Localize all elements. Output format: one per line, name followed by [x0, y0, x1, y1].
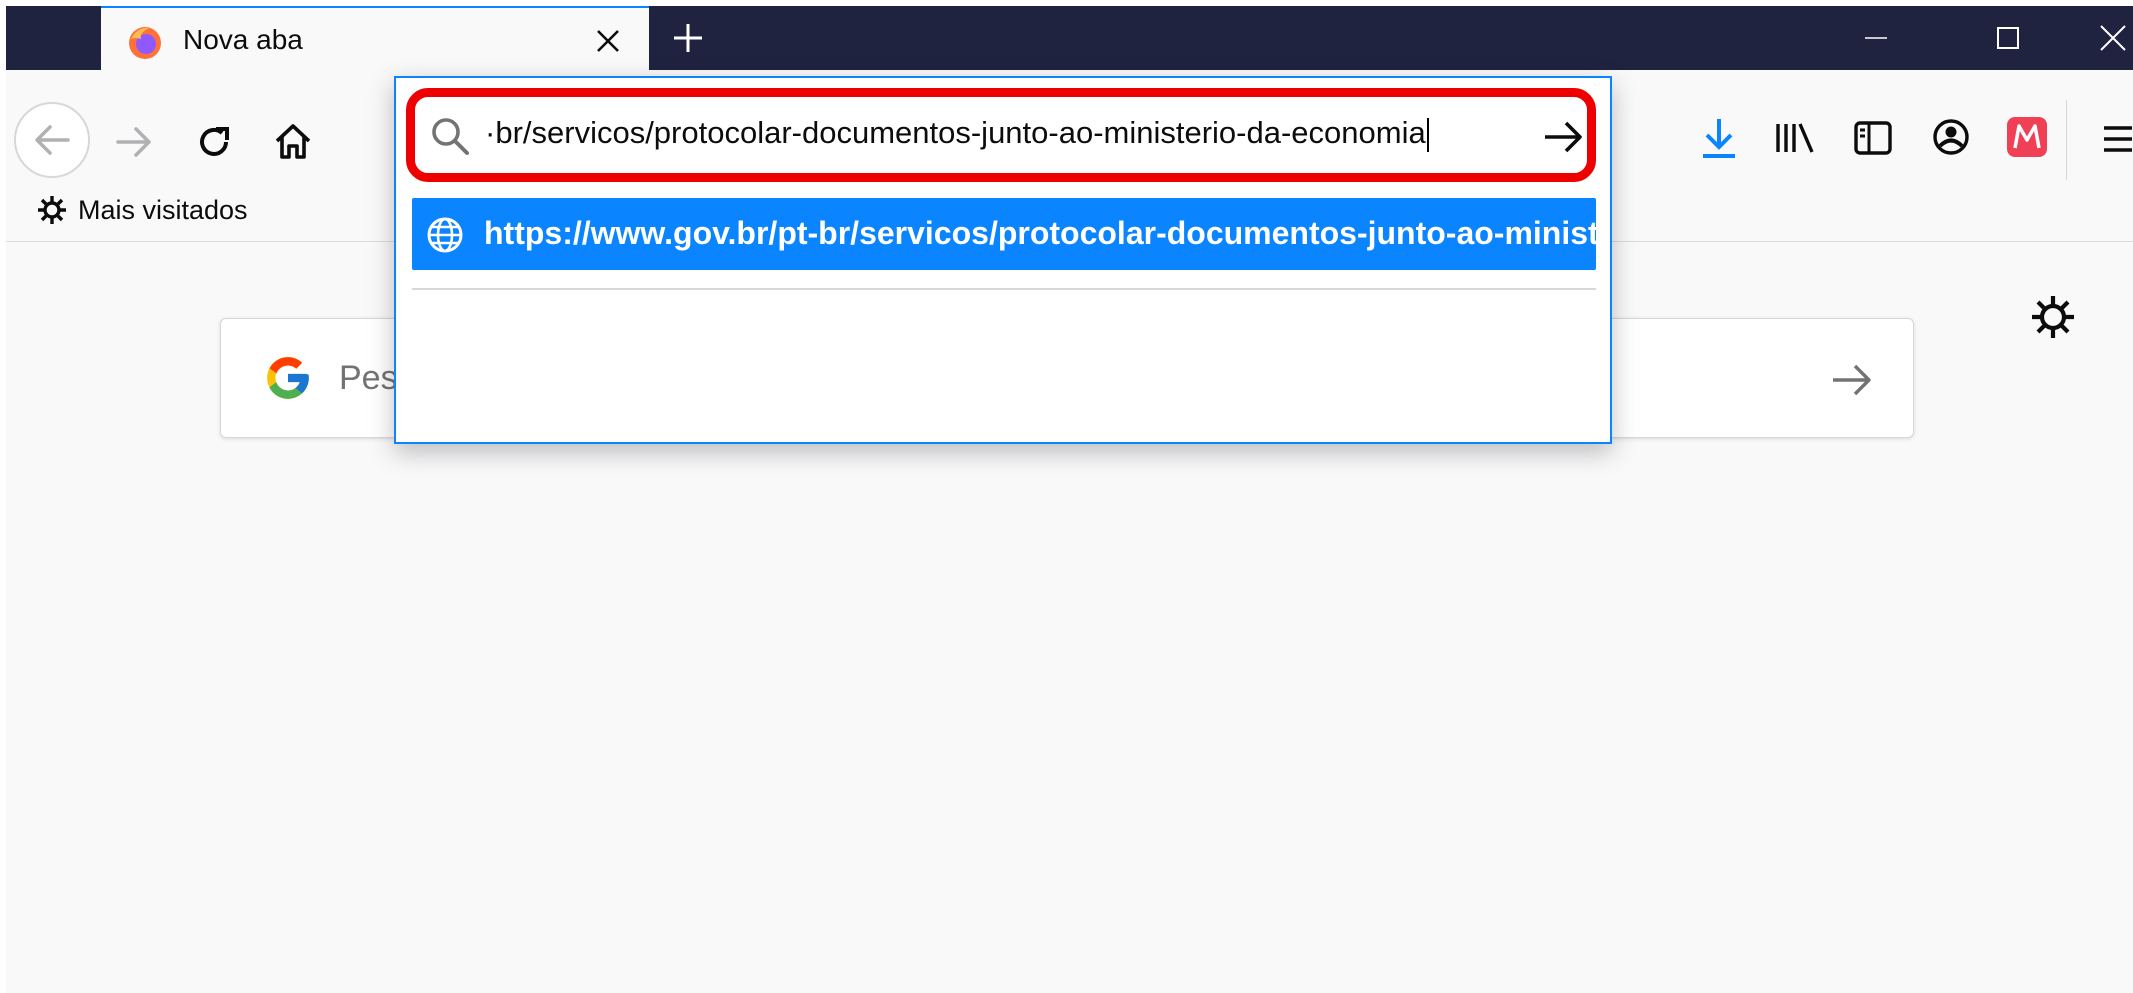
extension-button[interactable]	[2002, 112, 2052, 162]
download-icon	[1703, 119, 1735, 158]
sidebar-icon	[1854, 121, 1892, 155]
arrow-right-icon[interactable]	[1541, 115, 1585, 159]
bookmark-label: Mais visitados	[78, 194, 248, 225]
url-suggestion[interactable]: https://www.gov.br/pt-br/servicos/protoc…	[412, 198, 1596, 270]
plus-icon	[674, 24, 702, 52]
toolbar-separator	[2066, 100, 2067, 180]
back-icon	[35, 125, 70, 155]
extension-icon	[2007, 117, 2047, 157]
text-caret	[1426, 117, 1429, 152]
new-tab-button[interactable]	[666, 16, 710, 60]
tab-title: Nova aba	[183, 24, 303, 55]
globe-icon	[427, 217, 463, 253]
forward-button[interactable]	[110, 118, 158, 166]
home-icon	[275, 124, 311, 159]
browser-window: Nova aba Mais visitados ·br/servicos/pro…	[6, 6, 2133, 993]
back-button[interactable]	[14, 102, 90, 178]
account-button[interactable]	[1926, 112, 1976, 162]
close-icon	[2100, 25, 2126, 51]
url-text: ·br/servicos/protocolar-documentos-junto…	[485, 115, 1429, 152]
url-input[interactable]: ·br/servicos/protocolar-documentos-junto…	[406, 88, 1596, 182]
maximize-icon	[1997, 27, 2019, 49]
sidebar-button[interactable]	[1848, 114, 1898, 162]
reload-icon	[200, 127, 229, 156]
menu-icon	[2104, 126, 2132, 152]
reload-button[interactable]	[190, 118, 238, 166]
menu-button[interactable]	[2098, 116, 2133, 162]
library-button[interactable]	[1770, 114, 1820, 162]
bookmark-most-visited[interactable]: Mais visitados	[36, 190, 248, 230]
minimize-button[interactable]	[1849, 12, 1903, 64]
gear-icon[interactable]	[2028, 292, 2078, 342]
urlbar-popup: ·br/servicos/protocolar-documentos-junto…	[394, 76, 1612, 444]
downloads-button[interactable]	[1694, 112, 1744, 164]
account-icon	[1933, 119, 1969, 155]
gear-icon	[38, 196, 66, 224]
home-button[interactable]	[268, 116, 318, 166]
library-icon	[1776, 123, 1814, 153]
firefox-logo-icon	[129, 27, 161, 59]
forward-icon	[116, 127, 151, 157]
popup-divider	[412, 288, 1596, 290]
close-tab-button[interactable]	[589, 22, 627, 60]
suggestion-url: https://www.gov.br/pt-br/servicos/protoc…	[484, 215, 1596, 251]
close-icon	[597, 30, 619, 52]
google-logo-icon	[267, 357, 309, 399]
search-icon	[432, 118, 469, 155]
minimize-icon	[1865, 37, 1887, 39]
tab-bar: Nova aba	[6, 6, 2133, 78]
tab-nova-aba[interactable]: Nova aba	[101, 6, 649, 78]
arrow-right-icon[interactable]	[1829, 357, 1875, 403]
close-window-button[interactable]	[2086, 12, 2133, 64]
maximize-button[interactable]	[1981, 12, 2035, 64]
